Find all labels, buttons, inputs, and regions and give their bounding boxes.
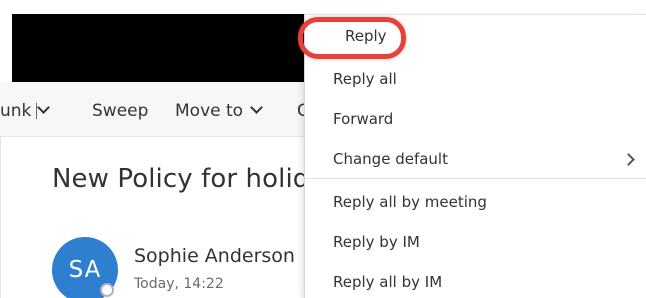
outlook-window: unk Sweep Move to C New Policy for holid… [0,0,646,298]
sweep-button[interactable]: Sweep [92,101,148,121]
menu-item-label: Reply all by IM [333,273,443,291]
reading-pane [0,137,321,298]
menu-item-reply-all[interactable]: Reply all [305,59,646,99]
sender-name[interactable]: Sophie Anderson [134,245,295,267]
message-subject: New Policy for holid [52,164,310,194]
menu-item-label: Reply by IM [333,233,420,251]
junk-dropdown-button[interactable] [37,101,50,121]
chevron-down-icon [37,101,50,114]
presence-status-icon [100,283,114,297]
menu-item-reply[interactable]: Reply [305,19,646,59]
avatar-initials: SA [68,257,102,283]
menu-item-reply-by-im[interactable]: Reply by IM [305,222,646,262]
menu-item-label: Reply all [333,70,397,88]
message-timestamp: Today, 14:22 [134,276,224,292]
message-toolbar: unk Sweep Move to C [0,82,320,137]
menu-divider [305,178,646,179]
menu-item-reply-all-by-meeting[interactable]: Reply all by meeting [305,182,646,222]
menu-item-label: Forward [333,110,394,128]
junk-button[interactable]: unk [0,101,31,121]
menu-item-label: Reply [345,27,387,45]
menu-item-reply-all-by-im[interactable]: Reply all by IM [305,262,646,298]
menu-item-label: Change default [333,150,448,168]
toolbar-separator [36,103,37,119]
move-to-button[interactable]: Move to [175,101,243,121]
move-to-dropdown-button[interactable] [250,101,263,121]
reply-context-menu: Reply Reply all Forward Change default R… [304,14,646,298]
chevron-right-icon [622,153,635,166]
menu-item-label: Reply all by meeting [333,193,487,211]
redacted-header-area [12,14,312,82]
chevron-down-icon [250,101,263,114]
menu-item-forward[interactable]: Forward [305,99,646,139]
menu-item-change-default[interactable]: Change default [305,139,646,179]
